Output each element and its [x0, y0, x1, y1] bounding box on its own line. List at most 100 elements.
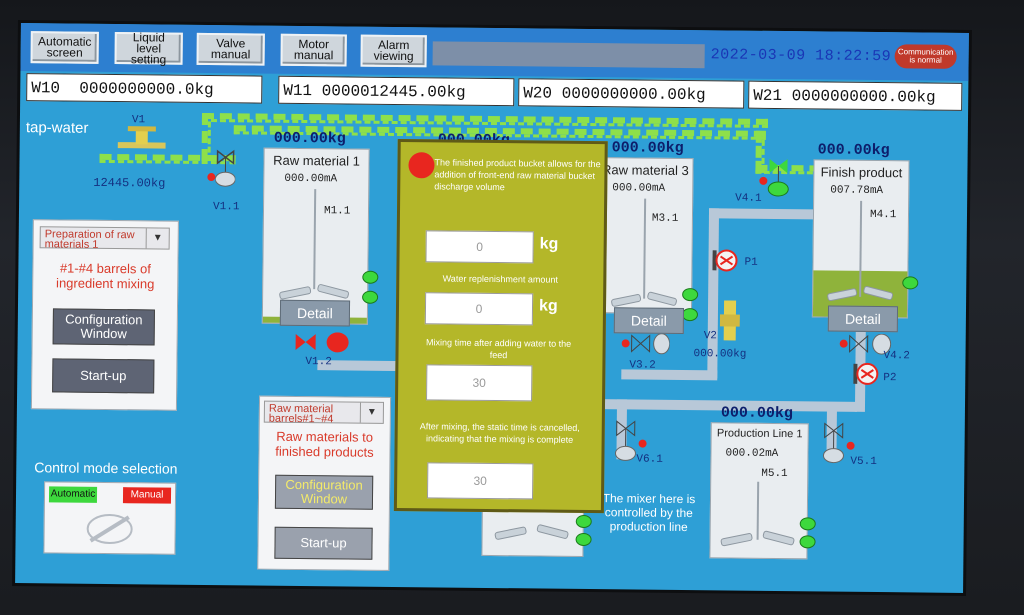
hmi-screen: Automatic screen Liquid level setting Va…	[15, 23, 969, 593]
valve-v1-2-label: V1.2	[305, 356, 332, 369]
preparation-select[interactable]: Preparation of raw materials 1 ▼	[39, 226, 170, 251]
title-bar-blank	[432, 41, 705, 69]
static-time-input[interactable]: 30	[427, 462, 534, 500]
valve-v5-1-alarm-dot	[846, 441, 855, 450]
raw-material-config-button[interactable]: Configuration Window	[274, 474, 374, 510]
raw3-detail-button[interactable]: Detail	[613, 307, 685, 335]
control-mode-panel: Automatic Manual	[43, 481, 177, 555]
chevron-down-icon: ▼	[145, 228, 169, 249]
valve-v2-weight: 000.00kg	[693, 348, 747, 361]
automatic-screen-button[interactable]: Automatic screen	[30, 31, 99, 64]
discharge-volume-input[interactable]: 0	[425, 230, 534, 264]
raw1-current: 000.00mA	[284, 172, 338, 186]
weigher-value: 0000000000.00kg	[561, 84, 706, 105]
raw3-weight: 000.00kg	[611, 139, 684, 157]
popup-line2: Water replenishment amount	[442, 273, 558, 285]
finish-status-lamp	[902, 276, 919, 290]
weigher-value: 0000000000.00kg	[791, 87, 936, 107]
datetime-display: 2022-03-09 18:22:59	[710, 46, 892, 66]
finish-tank: Finish product 007.78mA M4.1	[811, 159, 910, 319]
valve-v1-1-label: V1.1	[212, 201, 240, 214]
valve-v4-1-label: V4.1	[735, 192, 762, 205]
valve-v1-1-alarm-dot	[207, 173, 216, 182]
weigher-value: 0000012445.00kg	[321, 82, 466, 102]
raw1-weight: 000.00kg	[273, 129, 346, 148]
bottom-blade-left	[494, 526, 528, 541]
mode-switch-icon[interactable]	[84, 511, 134, 548]
line1-motor: M5.1	[761, 467, 788, 481]
weigher-w21: W21 0000000000.00kg	[748, 80, 963, 111]
valve-v5-1-label: V5.1	[850, 455, 877, 469]
tap-water-weight: 12445.00kg	[93, 175, 166, 191]
raw1-motor: M1.1	[323, 205, 351, 218]
raw-material-start-button[interactable]: Start-up	[274, 526, 373, 560]
line1-shaft	[756, 481, 760, 540]
tap-water-label: tap-water	[25, 119, 89, 137]
weigher-w10: W10 0000000000.0kg	[26, 73, 263, 104]
line1-current: 000.02mA	[725, 447, 779, 461]
raw1-status-lamp-2	[362, 290, 379, 304]
preparation-select-value: Preparation of raw materials 1	[44, 228, 135, 251]
valve-manual-button[interactable]: Valve manual	[196, 32, 265, 66]
weigher-label: W10	[31, 79, 61, 98]
finish-detail-button[interactable]: Detail	[827, 305, 899, 333]
tap-water-valve-icon	[117, 124, 166, 157]
raw1-status-lamp-1	[362, 270, 379, 284]
valve-v3-2-label: V3.2	[629, 359, 656, 372]
valve-v1-2-icon[interactable]	[294, 332, 354, 355]
valve-v4-1-alarm-dot	[759, 176, 768, 185]
valve-v6-1-icon[interactable]	[614, 419, 638, 463]
line1-tank: Production Line 1 000.02mA M5.1	[709, 422, 809, 560]
raw3-shaft	[643, 198, 647, 299]
valve-v2-icon[interactable]	[719, 300, 740, 341]
preparation-config-button[interactable]: Configuration Window	[52, 308, 155, 346]
line1-status-lamp-1	[799, 517, 816, 531]
settings-popup: The finished product bucket allows for t…	[393, 139, 608, 514]
line1-blade-right	[762, 530, 796, 546]
pump-p1-icon[interactable]	[712, 248, 738, 272]
raw1-blade-right	[316, 283, 350, 300]
line1-weight: 000.00kg	[720, 404, 794, 423]
alarm-viewing-button[interactable]: Alarm viewing	[360, 34, 427, 68]
preparation-start-button[interactable]: Start-up	[52, 358, 155, 394]
mixer-footnote: The mixer here is controlled by the prod…	[602, 491, 696, 535]
pump-p2-icon[interactable]	[853, 362, 879, 386]
communication-status-badge: Communication is normal	[894, 44, 957, 69]
valve-v4-2-label: V4.2	[883, 350, 910, 363]
raw-material-select-value: Raw material barrels#1~#4	[268, 402, 334, 426]
preparation-panel: Preparation of raw materials 1 ▼ #1-#4 b…	[30, 219, 179, 411]
raw3-name: Raw material 3	[602, 162, 689, 179]
valve-v6-1-label: V6.1	[636, 453, 663, 466]
mixing-time-input[interactable]: 30	[426, 364, 533, 402]
valve-v3-2-icon[interactable]	[621, 333, 671, 356]
weigher-w20: W20 0000000000.00kg	[518, 78, 745, 109]
raw1-shaft	[313, 189, 317, 290]
raw1-blade-left	[278, 285, 312, 301]
valve-v1-1-icon[interactable]	[214, 149, 236, 187]
water-replenishment-unit: kg	[538, 297, 558, 315]
raw3-blade-right	[646, 291, 678, 307]
bottom-blade-right	[536, 523, 570, 540]
raw1-name: Raw material 1	[273, 152, 360, 169]
automatic-mode-button[interactable]: Automatic	[48, 486, 98, 503]
liquid-level-setting-button[interactable]: Liquid level setting	[114, 30, 183, 66]
raw1-tank: Raw material 1 000.00mA M1.1	[261, 147, 370, 325]
raw1-detail-button[interactable]: Detail	[279, 299, 351, 327]
preparation-description: #1-#4 barrels of ingredient mixing	[56, 260, 155, 292]
valve-v5-1-icon[interactable]	[822, 421, 846, 465]
chevron-down-icon: ▼	[359, 402, 384, 423]
raw-material-panel: Raw material barrels#1~#4 ▼ Raw material…	[257, 395, 392, 571]
discharge-volume-unit: kg	[539, 235, 559, 253]
alarm-indicator-icon	[408, 152, 435, 179]
pump-p2-label: P2	[883, 372, 897, 385]
raw-material-select[interactable]: Raw material barrels#1~#4 ▼	[263, 400, 385, 426]
motor-manual-button[interactable]: Motor manual	[280, 33, 347, 67]
water-replenishment-input[interactable]: 0	[424, 292, 534, 326]
weigher-label: W20	[523, 84, 553, 103]
raw3-status-lamp-2	[681, 307, 699, 322]
valve-v4-1-icon[interactable]	[767, 157, 789, 197]
finish-current: 007.78mA	[830, 184, 884, 198]
raw-material-description: Raw materials to finished products	[275, 428, 374, 460]
popup-line4: After mixing, the static time is cancell…	[419, 421, 580, 445]
manual-mode-button[interactable]: Manual	[122, 487, 172, 504]
